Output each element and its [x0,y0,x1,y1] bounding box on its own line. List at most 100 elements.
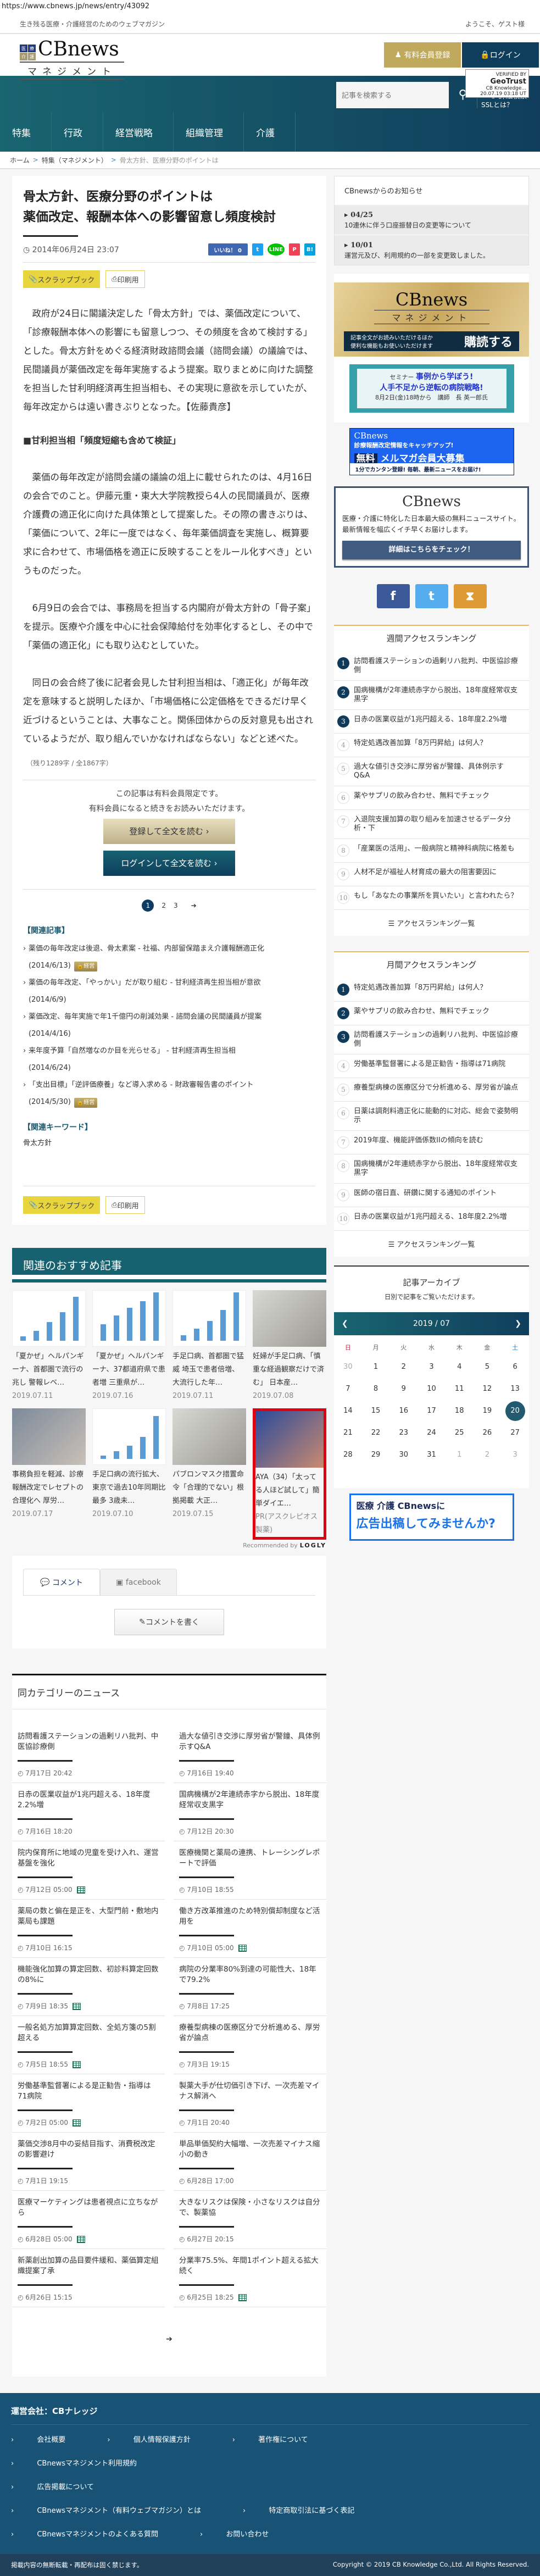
logly-credit[interactable]: Recommended by LOGLY [12,1542,326,1549]
footer-link[interactable]: › お問い合わせ [200,2528,290,2539]
calendar-day[interactable]: 21 [334,1422,362,1444]
ranking-item[interactable]: 5 療養型病棟の医療区分で分析進める、厚労省が論点 [334,1078,529,1102]
calendar-day[interactable]: 2 [389,1356,417,1378]
notice-item[interactable]: ▸ 04/25 10連休に伴う口座振替日の変更等について [335,204,528,235]
news-item[interactable]: 医療マーケティングは患者視点に立ちながら ◴ 6月28日 05:00 [12,2191,165,2249]
calendar-day[interactable]: 3 [417,1356,446,1378]
print-button[interactable]: ⎙ 印刷用 [105,270,145,288]
recommend-card[interactable]: 「夏かぜ」ヘルパンギーナ、37都道府県で患者増 三重県が… 2019.07.16 [92,1290,166,1403]
register-read-button[interactable]: 登録して全文を読む › [103,819,235,844]
recommend-card[interactable]: 妊婦が手足口病、「慎重な経過観察だけで済む」 日本産… 2019.07.08 [253,1290,326,1403]
pocket-share-icon[interactable]: P [289,243,300,256]
news-item[interactable]: 薬局の数と偏在是正を、大型門前・敷地内薬局も課題 ◴ 7月10日 16:15 [12,1900,165,1958]
next-page-arrow-icon[interactable]: ➔ [191,902,197,909]
scrapbook-button[interactable]: 📎 スクラップブック [23,270,101,288]
calendar-day-selected[interactable]: 20 [501,1400,529,1422]
calendar-day[interactable]: 7 [334,1378,362,1400]
nav-item-strategy[interactable]: 経営戦略 [103,112,174,152]
news-item[interactable]: 病院の分業率80%到達の可能性大、18年で79.2% ◴ 7月8日 17:25 [174,1958,326,2016]
ranking-item[interactable]: 9 医師の宿日直、研鑽に関する通知のポイント [334,1184,529,1207]
footer-link[interactable]: › CBnewsマネジメント利用規約 [11,2457,158,2468]
ranking-item[interactable]: 8 「産業医の活用」、一般病院と精神科病院に格差も [334,839,529,863]
calendar-day[interactable]: 17 [417,1400,446,1422]
news-item[interactable]: 働き方改革推進のため特別償却制度など活用を ◴ 7月10日 05:00 [174,1900,326,1958]
ranking-item[interactable]: 4 特定処遇改善加算「8万円昇給」は何人？ [334,734,529,757]
calendar-day[interactable]: 5 [474,1356,502,1378]
calendar-day[interactable]: 15 [362,1400,390,1422]
calendar-day[interactable]: 1 [362,1356,390,1378]
calendar-day[interactable]: 25 [446,1422,474,1444]
calendar-day[interactable]: 23 [389,1422,417,1444]
ranking-item[interactable]: 10 もし「あなたの事業所を買いたい」と言われたら？ [334,886,529,910]
ranking-item[interactable]: 4 労働基準監督署による是正勧告・指導は71病院 [334,1054,529,1078]
calendar-day[interactable]: 13 [501,1378,529,1400]
calendar-day[interactable]: 8 [362,1378,390,1400]
ranking-all-link[interactable]: ☰ アクセスランキング一覧 [334,1231,529,1257]
news-item[interactable]: 国病機構が2年連続赤字から脱出、18年度経常収支黒字 ◴ 7月12日 20:30 [174,1783,326,1841]
calendar-day[interactable]: 12 [474,1378,502,1400]
keyword-link[interactable]: 骨太方針 [23,1137,315,1147]
footer-link[interactable]: › 著作権について [232,2434,329,2444]
news-item[interactable]: 薬価交渉8月中の妥結目指す、消費税改定の影響避け ◴ 7月1日 19:15 [12,2133,165,2191]
ranking-item[interactable]: 7 入退院支援加算の取り組みを加速させるデータ分析・下 [334,810,529,839]
breadcrumb-category[interactable]: 特集（マネジメント） [42,156,108,165]
calendar-day[interactable]: 11 [446,1378,474,1400]
related-item[interactable]: 「支出目標」「逆評価療養」など導入求める - 財政審報告書のポイント (2014/… [23,1076,315,1111]
scrapbook-button[interactable]: 📎 スクラップブック [23,1196,101,1214]
calendar-day[interactable]: 22 [362,1422,390,1444]
nav-item-administration[interactable]: 行政 [52,112,103,152]
ranking-item[interactable]: 7 2019年度、機能評価係数IIの傾向を読む [334,1131,529,1154]
recommend-card[interactable]: パブロンマスク措置命令「合理的でない」根拠掲載 大正… 2019.07.15 [172,1408,246,1540]
calendar-day[interactable]: 31 [417,1444,446,1466]
news-item[interactable]: 労働基準監督署による是正勧告・指導は71病院 ◴ 7月2日 05:00 [12,2074,165,2133]
footer-link[interactable]: › 広告掲載について [11,2481,115,2491]
news-item[interactable]: 大きなリスクは保険・小さなリスクは自分で、製薬協 ◴ 6月27日 20:15 [174,2191,326,2249]
calendar-day[interactable]: 19 [474,1400,502,1422]
related-item[interactable]: 薬価の毎年改定、「やっかい」だが取り組む - 甘利経済再生担当相が意欲 (2014… [23,974,315,1008]
related-item[interactable]: 薬価改定、毎年実施で年1千億円の削減効果 - 諮問会議の民間議員が提案 (2014… [23,1008,315,1042]
calendar-day[interactable]: 28 [334,1444,362,1466]
geotrust-seal[interactable]: VERIFIED BY GeoTrust CB Knowledge... 20.07.… [465,69,529,109]
seminar-banner[interactable]: セミナー 事例から学ぼう! 人手不足から逆転の病院戦略! 8月2日(金)18時か… [349,364,514,413]
ad-placement-banner[interactable]: 医療 介護 CBnewsに 広告出稿してみませんか? [349,1494,514,1541]
calendar-day[interactable]: 18 [446,1400,474,1422]
ranking-item[interactable]: 2 薬やサプリの飲み合わせ、無料でチェック [334,1002,529,1025]
ranking-item[interactable]: 1 特定処遇改善加算「8万円昇給」は何人？ [334,978,529,1002]
next-arrow-icon[interactable]: ➔ [12,2307,326,2377]
cbnews-check-button[interactable]: 詳細はこちらをチェック！ [342,541,521,559]
calendar-day[interactable]: 29 [362,1444,390,1466]
calendar-day[interactable]: 26 [474,1422,502,1444]
chevron-left-icon[interactable]: ❮ [342,1319,348,1328]
news-item[interactable]: 分業率75.5%、年間1ポイント超える拡大続く ◴ 6月25日 18:25 [174,2249,326,2307]
related-item[interactable]: 薬価の毎年改定は後退、骨太素案 - 社福、内部留保踏まえ介護報酬適正化 (2014… [23,940,315,974]
login-read-button[interactable]: ログインして全文を読む › [103,851,235,876]
footer-link[interactable]: › 個人情報保護方針 [107,2434,211,2444]
subscribe-banner[interactable]: CBnews マネジメント 記事全文がお読みいただけるほか 便利な機能もお使いいた… [334,282,529,357]
news-item[interactable]: 一般名処方加算算定回数、全処方箋の5割超える ◴ 7月5日 18:55 [12,2016,165,2074]
recommend-card[interactable]: 「夏かぜ」ヘルパンギーナ、首都圏で流行の兆し 警報レベ… 2019.07.11 [12,1290,86,1403]
ranking-item[interactable]: 10 日赤の医業収益が1兆円超える、18年度2.2%増 [334,1207,529,1231]
news-item[interactable]: 製薬大手が仕切価引き下げ、一次売差マイナス解消へ ◴ 7月1日 20:40 [174,2074,326,2133]
register-button[interactable]: ♟ 有料会員登録 [384,42,461,68]
related-item[interactable]: 来年度予算「自然増なのか目を光らせる」 - 甘利経済再生担当相 (2014/6/2… [23,1042,315,1076]
ranking-item[interactable]: 3 訪問看護ステーションの過剰リハ批判、中医協診療側 [334,1025,529,1054]
news-item[interactable]: 単品単価契約大幅増、一次売差マイナス縮小の動き ◴ 6月28日 17:00 [174,2133,326,2191]
mailmag-banner[interactable]: CBnews 診療報酬改定情報をキャッチアップ! 無料 メルマガ会員大募集 1分で… [349,428,514,475]
chevron-right-icon[interactable]: ❯ [515,1319,521,1328]
footer-link[interactable]: › 特定商取引法に基づく表記 [243,2505,375,2515]
page-1[interactable]: 1 [142,900,154,912]
tab-facebook[interactable]: ▣ facebook [100,1569,177,1595]
site-logo[interactable]: 医 療 介 護 CBnews マネジメント [20,38,124,80]
facebook-icon[interactable]: f [376,584,410,608]
tab-comment[interactable]: 💬 コメント [23,1569,100,1595]
line-share-icon[interactable]: LINE [267,243,285,256]
ranking-item[interactable]: 1 訪問看護ステーションの過剰リハ批判、中医協診療側 [334,652,529,681]
facebook-like-button[interactable]: いいね！ 0 [208,243,248,256]
nav-item-organization[interactable]: 組織管理 [174,112,244,152]
nav-item-feature[interactable]: 特集 [0,112,52,152]
footer-link[interactable]: › CBnewsマネジメント（有料ウェブマガジン）とは [11,2505,222,2515]
nav-item-care[interactable]: 介護 [244,112,296,152]
news-item[interactable]: 療養型病棟の医療区分で分析進める、厚労省が論点 ◴ 7月3日 19:15 [174,2016,326,2074]
ranking-item[interactable]: 8 国病機構が2年連続赤字から脱出、18年度経常収支黒字 [334,1154,529,1184]
news-item[interactable]: 機能強化加算の算定回数、初診料算定回数の8%に ◴ 7月9日 18:35 [12,1958,165,2016]
